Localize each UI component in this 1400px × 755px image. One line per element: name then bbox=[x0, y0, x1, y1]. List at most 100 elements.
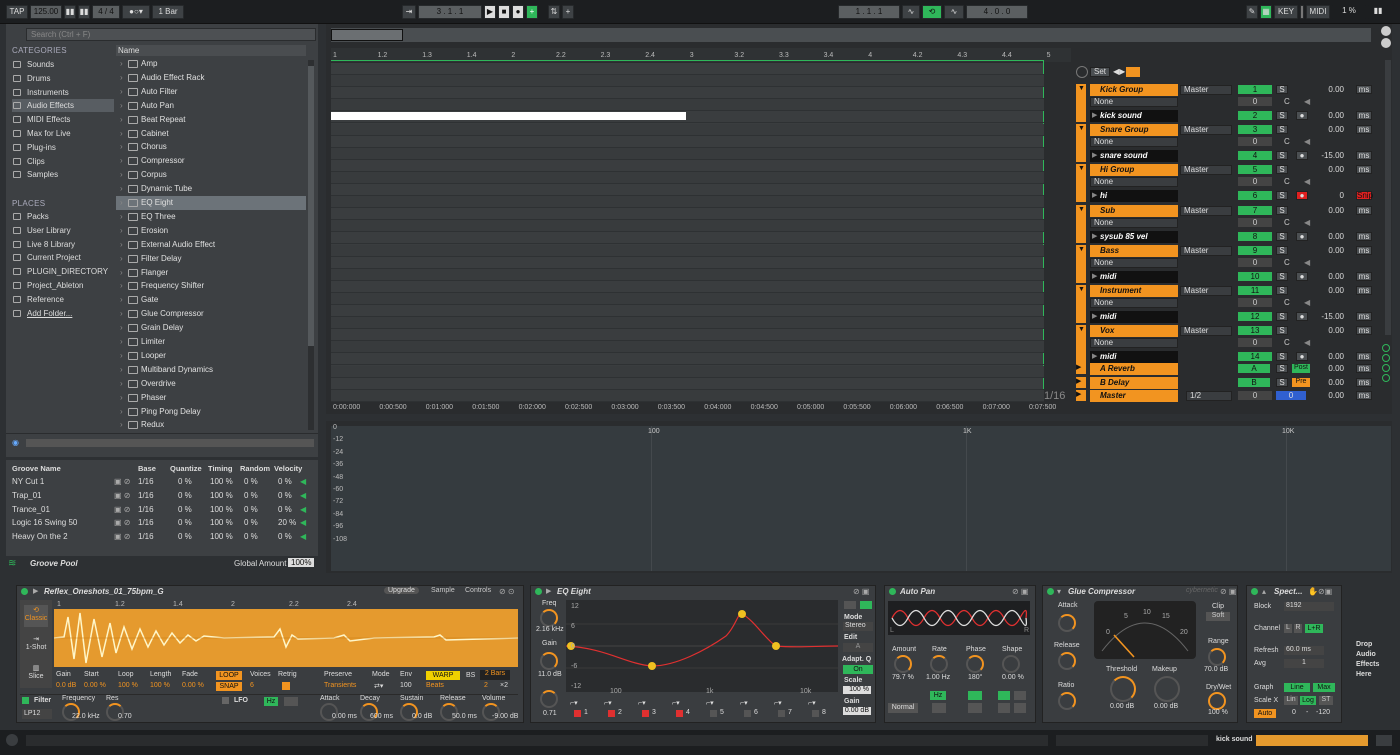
category-samples[interactable]: Samples bbox=[12, 168, 114, 181]
warp-mode-menu[interactable]: Beats bbox=[426, 682, 444, 689]
browser-item-eq-eight[interactable]: › EQ Eight bbox=[116, 196, 306, 210]
groove-hot-swap-icon[interactable]: ◀ bbox=[300, 503, 306, 517]
browser-item-glue-compressor[interactable]: › Glue Compressor bbox=[116, 307, 306, 321]
eq-band-shape-icon[interactable]: ⌐▾ bbox=[638, 699, 646, 707]
groove-cell[interactable]: 0 % bbox=[278, 489, 292, 503]
master-ms-button[interactable]: ms bbox=[1356, 391, 1372, 400]
group-track-bass[interactable]: Bass bbox=[1090, 244, 1178, 257]
browser-scrollbar[interactable] bbox=[308, 60, 314, 430]
track-lane[interactable] bbox=[331, 184, 1044, 196]
track-number-2[interactable]: 10 bbox=[1238, 271, 1272, 281]
track-pan-value[interactable]: 0 bbox=[1238, 97, 1272, 106]
expand-chevron-icon[interactable]: › bbox=[120, 252, 123, 266]
status-left-icon[interactable] bbox=[6, 734, 18, 746]
clip-volume[interactable]: -15.00 bbox=[1316, 312, 1344, 321]
return-mode-button[interactable]: Post bbox=[1292, 364, 1310, 373]
track-lane[interactable] bbox=[331, 292, 1044, 305]
track-number[interactable]: 9 bbox=[1238, 245, 1272, 255]
param-value[interactable]: 0.0 dB bbox=[56, 682, 76, 689]
groove-cell[interactable]: 0 % bbox=[244, 503, 258, 517]
track-number-2[interactable]: 6 bbox=[1238, 191, 1272, 201]
controls-tab[interactable]: Controls bbox=[465, 587, 491, 594]
groove-hot-swap-icon[interactable]: ◀ bbox=[300, 516, 306, 530]
return-ms-button[interactable]: ms bbox=[1356, 364, 1372, 373]
glue-ratio-knob[interactable] bbox=[1058, 692, 1076, 710]
browser-item-external-audio-effect[interactable]: › External Audio Effect bbox=[116, 238, 306, 252]
clip-slot-midi[interactable]: midi bbox=[1090, 311, 1178, 323]
expand-chevron-icon[interactable]: › bbox=[120, 71, 123, 85]
delay-ms-button[interactable]: ms bbox=[1356, 326, 1372, 336]
expand-chevron-icon[interactable]: › bbox=[120, 405, 123, 419]
rate-value[interactable]: 1.00 Hz bbox=[926, 674, 950, 681]
avg-value[interactable]: 1 bbox=[1284, 659, 1324, 668]
sustain-value[interactable]: 0.0 dB bbox=[412, 713, 432, 720]
groove-row[interactable]: Heavy On the 2 1/16 0 % 100 % 0 % 0 % ▣ ⊘ ◀ bbox=[10, 530, 316, 544]
glue-power-icon[interactable] bbox=[1047, 588, 1054, 595]
expand-chevron-icon[interactable]: › bbox=[120, 349, 123, 363]
preview-headphone-icon[interactable]: ◉ bbox=[12, 438, 19, 447]
track-output-menu[interactable]: Master bbox=[1180, 286, 1232, 296]
clip-play-icon[interactable]: ▶ bbox=[1092, 352, 1097, 360]
group-track-kick-group[interactable]: Kick Group bbox=[1090, 84, 1178, 96]
filter-res-value[interactable]: 0.70 bbox=[118, 713, 132, 720]
eq-band-toggle[interactable] bbox=[778, 710, 785, 717]
track-pan-value[interactable]: 0 bbox=[1238, 177, 1272, 187]
track-input-menu[interactable]: None bbox=[1090, 338, 1178, 349]
scale-lin-button[interactable]: Lin bbox=[1284, 696, 1298, 705]
status-clip-name[interactable]: kick sound bbox=[1216, 736, 1253, 743]
clip-play-icon[interactable]: ▶ bbox=[1092, 111, 1097, 119]
delay-ms-button-2[interactable]: ms bbox=[1356, 352, 1372, 362]
return-mode-button[interactable]: Pre bbox=[1292, 377, 1310, 387]
groove-cell[interactable]: 0 % bbox=[278, 475, 292, 489]
browser-item-compressor[interactable]: › Compressor bbox=[116, 154, 306, 168]
track-output-menu[interactable]: Master bbox=[1180, 165, 1232, 176]
place-reference[interactable]: Reference bbox=[12, 293, 114, 306]
browser-item-filter-delay[interactable]: › Filter Delay bbox=[116, 252, 306, 266]
key-map-button[interactable]: KEY bbox=[1274, 5, 1298, 19]
browser-item-eq-three[interactable]: › EQ Three bbox=[116, 210, 306, 224]
groove-commit-icon[interactable]: ▣ ⊘ bbox=[114, 489, 130, 503]
browser-item-phaser[interactable]: › Phaser bbox=[116, 391, 306, 405]
spin-button[interactable] bbox=[968, 703, 982, 713]
track-lane[interactable] bbox=[331, 341, 1044, 354]
category-drums[interactable]: Drums bbox=[12, 72, 114, 85]
play-preview-icon[interactable]: ▶ bbox=[33, 587, 38, 595]
graph-line-button[interactable]: Line bbox=[1284, 683, 1310, 692]
place-project-ableton[interactable]: Project_Ableton bbox=[12, 279, 114, 292]
glue-options-icon[interactable]: ⊘ ▣ bbox=[1220, 587, 1236, 596]
soft-clip-button[interactable]: Soft bbox=[1206, 612, 1230, 621]
expand-chevron-icon[interactable]: › bbox=[120, 196, 123, 210]
return-track-b-delay[interactable]: B Delay bbox=[1090, 376, 1178, 389]
place-current-project[interactable]: Current Project bbox=[12, 251, 114, 264]
eq-band-toggle[interactable] bbox=[710, 710, 717, 717]
track-lane[interactable] bbox=[331, 99, 1044, 112]
wave-sine-button[interactable] bbox=[998, 691, 1010, 700]
collapse-triangle-icon[interactable]: ▼ bbox=[1078, 206, 1085, 213]
track-lane[interactable] bbox=[331, 196, 1044, 209]
groove-header-random[interactable]: Random bbox=[240, 464, 270, 473]
eq-scale-value[interactable]: 100 % bbox=[843, 686, 871, 694]
groove-cell[interactable]: 0 % bbox=[178, 475, 192, 489]
stop-icon[interactable]: ■ bbox=[498, 5, 510, 19]
nudge-up-icon[interactable]: ▮▮ bbox=[78, 5, 90, 19]
solo-button[interactable]: S bbox=[1276, 245, 1288, 255]
groove-hot-swap-icon[interactable]: ◀ bbox=[300, 489, 306, 503]
arm-triangle-icon[interactable]: ◀ bbox=[1304, 258, 1310, 267]
browser-item-dynamic-tube[interactable]: › Dynamic Tube bbox=[116, 182, 306, 196]
record-arm-icon[interactable]: ● bbox=[1296, 312, 1308, 321]
expand-chevron-icon[interactable]: › bbox=[120, 99, 123, 113]
groove-cell[interactable]: 20 % bbox=[278, 516, 296, 530]
eq-band-toggle[interactable] bbox=[744, 710, 751, 717]
arm-triangle-icon[interactable]: ◀ bbox=[1304, 137, 1310, 146]
block-menu[interactable]: 8192 bbox=[1284, 602, 1334, 611]
retrig-toggle[interactable] bbox=[282, 682, 290, 690]
clip-volume[interactable]: -15.00 bbox=[1316, 151, 1344, 160]
browser-item-frequency-shifter[interactable]: › Frequency Shifter bbox=[116, 279, 306, 293]
groove-cell[interactable]: 0 % bbox=[178, 516, 192, 530]
eq-stereo-menu[interactable]: Stereo bbox=[843, 622, 873, 631]
glue-expand-icon[interactable]: ▾ bbox=[1057, 587, 1061, 596]
quantize-menu[interactable]: 1 Bar bbox=[152, 5, 184, 19]
expand-chevron-icon[interactable]: › bbox=[120, 377, 123, 391]
groove-cell[interactable]: 0 % bbox=[278, 530, 292, 544]
track-output-menu[interactable]: Master bbox=[1180, 125, 1232, 136]
